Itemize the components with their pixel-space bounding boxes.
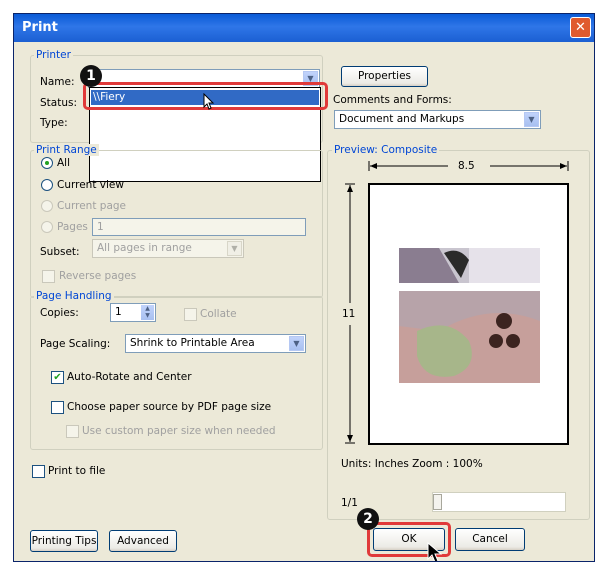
custom-paper-label: Use custom paper size when needed bbox=[82, 425, 276, 437]
radio-pages[interactable] bbox=[41, 221, 53, 233]
preview-legend: Preview: Composite bbox=[332, 144, 440, 156]
mouse-cursor-icon bbox=[427, 542, 443, 561]
chevron-down-icon[interactable]: ▼ bbox=[289, 336, 304, 351]
properties-button[interactable]: Properties bbox=[341, 66, 428, 87]
radio-all[interactable] bbox=[41, 157, 53, 169]
preview-image-bottom bbox=[399, 291, 540, 383]
height-label: 11 bbox=[342, 308, 356, 320]
subset-value: All pages in range bbox=[97, 242, 192, 254]
page-handling-legend: Page Handling bbox=[34, 290, 114, 302]
radio-current-page-label: Current page bbox=[57, 200, 126, 212]
collate-label: Collate bbox=[200, 308, 237, 320]
preview-image-top bbox=[399, 248, 540, 283]
units-zoom-label: Units: Inches Zoom : 100% bbox=[341, 458, 483, 470]
page-indicator: 1/1 bbox=[341, 497, 358, 509]
radio-current-page[interactable] bbox=[41, 200, 53, 212]
copies-label: Copies: bbox=[40, 307, 79, 319]
cancel-label: Cancel bbox=[472, 533, 508, 545]
comments-forms-label: Comments and Forms: bbox=[333, 94, 452, 106]
name-label: Name: bbox=[40, 76, 75, 88]
pages-input[interactable]: 1 bbox=[92, 218, 306, 236]
cancel-button[interactable]: Cancel bbox=[455, 528, 525, 551]
copies-value: 1 bbox=[115, 306, 122, 318]
status-label: Status: bbox=[40, 97, 77, 109]
paper-source-label: Choose paper source by PDF page size bbox=[67, 401, 272, 413]
radio-all-label: All bbox=[57, 157, 71, 169]
pages-input-value: 1 bbox=[97, 221, 104, 233]
page-scaling-label: Page Scaling: bbox=[40, 338, 111, 350]
callout-two-badge: 2 bbox=[357, 508, 379, 530]
page-scaling-value: Shrink to Printable Area bbox=[130, 337, 255, 349]
properties-button-label: Properties bbox=[357, 70, 412, 82]
chevron-down-icon[interactable]: ▼ bbox=[227, 241, 242, 256]
window-title: Print bbox=[22, 20, 58, 35]
width-label: 8.5 bbox=[458, 160, 475, 172]
close-icon[interactable]: ✕ bbox=[570, 17, 591, 38]
collate-checkbox[interactable] bbox=[184, 308, 197, 321]
page-slider-thumb[interactable] bbox=[433, 494, 442, 510]
page-slider[interactable] bbox=[432, 492, 566, 512]
page-preview bbox=[368, 183, 569, 445]
print-range-legend: Print Range bbox=[34, 144, 99, 156]
comments-forms-value: Document and Markups bbox=[339, 113, 465, 125]
auto-rotate-label: Auto-Rotate and Center bbox=[67, 371, 192, 383]
printing-tips-label: Printing Tips bbox=[31, 535, 97, 547]
chevron-down-icon[interactable]: ▼ bbox=[524, 112, 539, 127]
type-label: Type: bbox=[40, 117, 68, 129]
paper-source-checkbox[interactable] bbox=[51, 401, 64, 414]
subset-combo[interactable]: All pages in range ▼ bbox=[92, 239, 244, 258]
copies-stepper[interactable]: 1 ▲ ▼ bbox=[110, 303, 156, 322]
radio-pages-label: Pages bbox=[57, 221, 88, 233]
printing-tips-button[interactable]: Printing Tips bbox=[30, 530, 98, 552]
stepper-arrows-icon[interactable]: ▲ ▼ bbox=[141, 305, 154, 320]
print-to-file-label: Print to file bbox=[48, 465, 106, 477]
print-to-file-checkbox[interactable] bbox=[32, 465, 45, 478]
mouse-cursor-icon bbox=[203, 93, 215, 110]
callout-one-badge: 1 bbox=[80, 65, 102, 87]
page-scaling-combo[interactable]: Shrink to Printable Area ▼ bbox=[125, 334, 306, 353]
radio-current-view-label: Current view bbox=[57, 179, 124, 191]
subset-label: Subset: bbox=[40, 246, 80, 258]
advanced-button[interactable]: Advanced bbox=[109, 530, 177, 552]
title-bar: Print ✕ bbox=[14, 14, 594, 42]
printer-legend: Printer bbox=[34, 49, 73, 61]
custom-paper-checkbox[interactable] bbox=[66, 425, 79, 438]
advanced-label: Advanced bbox=[117, 535, 169, 547]
radio-current-view[interactable] bbox=[41, 179, 53, 191]
reverse-pages-label: Reverse pages bbox=[59, 270, 137, 282]
comments-forms-combo[interactable]: Document and Markups ▼ bbox=[334, 110, 541, 129]
auto-rotate-checkbox[interactable]: ✔ bbox=[51, 371, 64, 384]
reverse-pages-checkbox[interactable] bbox=[42, 270, 55, 283]
print-dialog: Print ✕ Printer Name: Status: Type: ▼ \\… bbox=[13, 13, 595, 562]
